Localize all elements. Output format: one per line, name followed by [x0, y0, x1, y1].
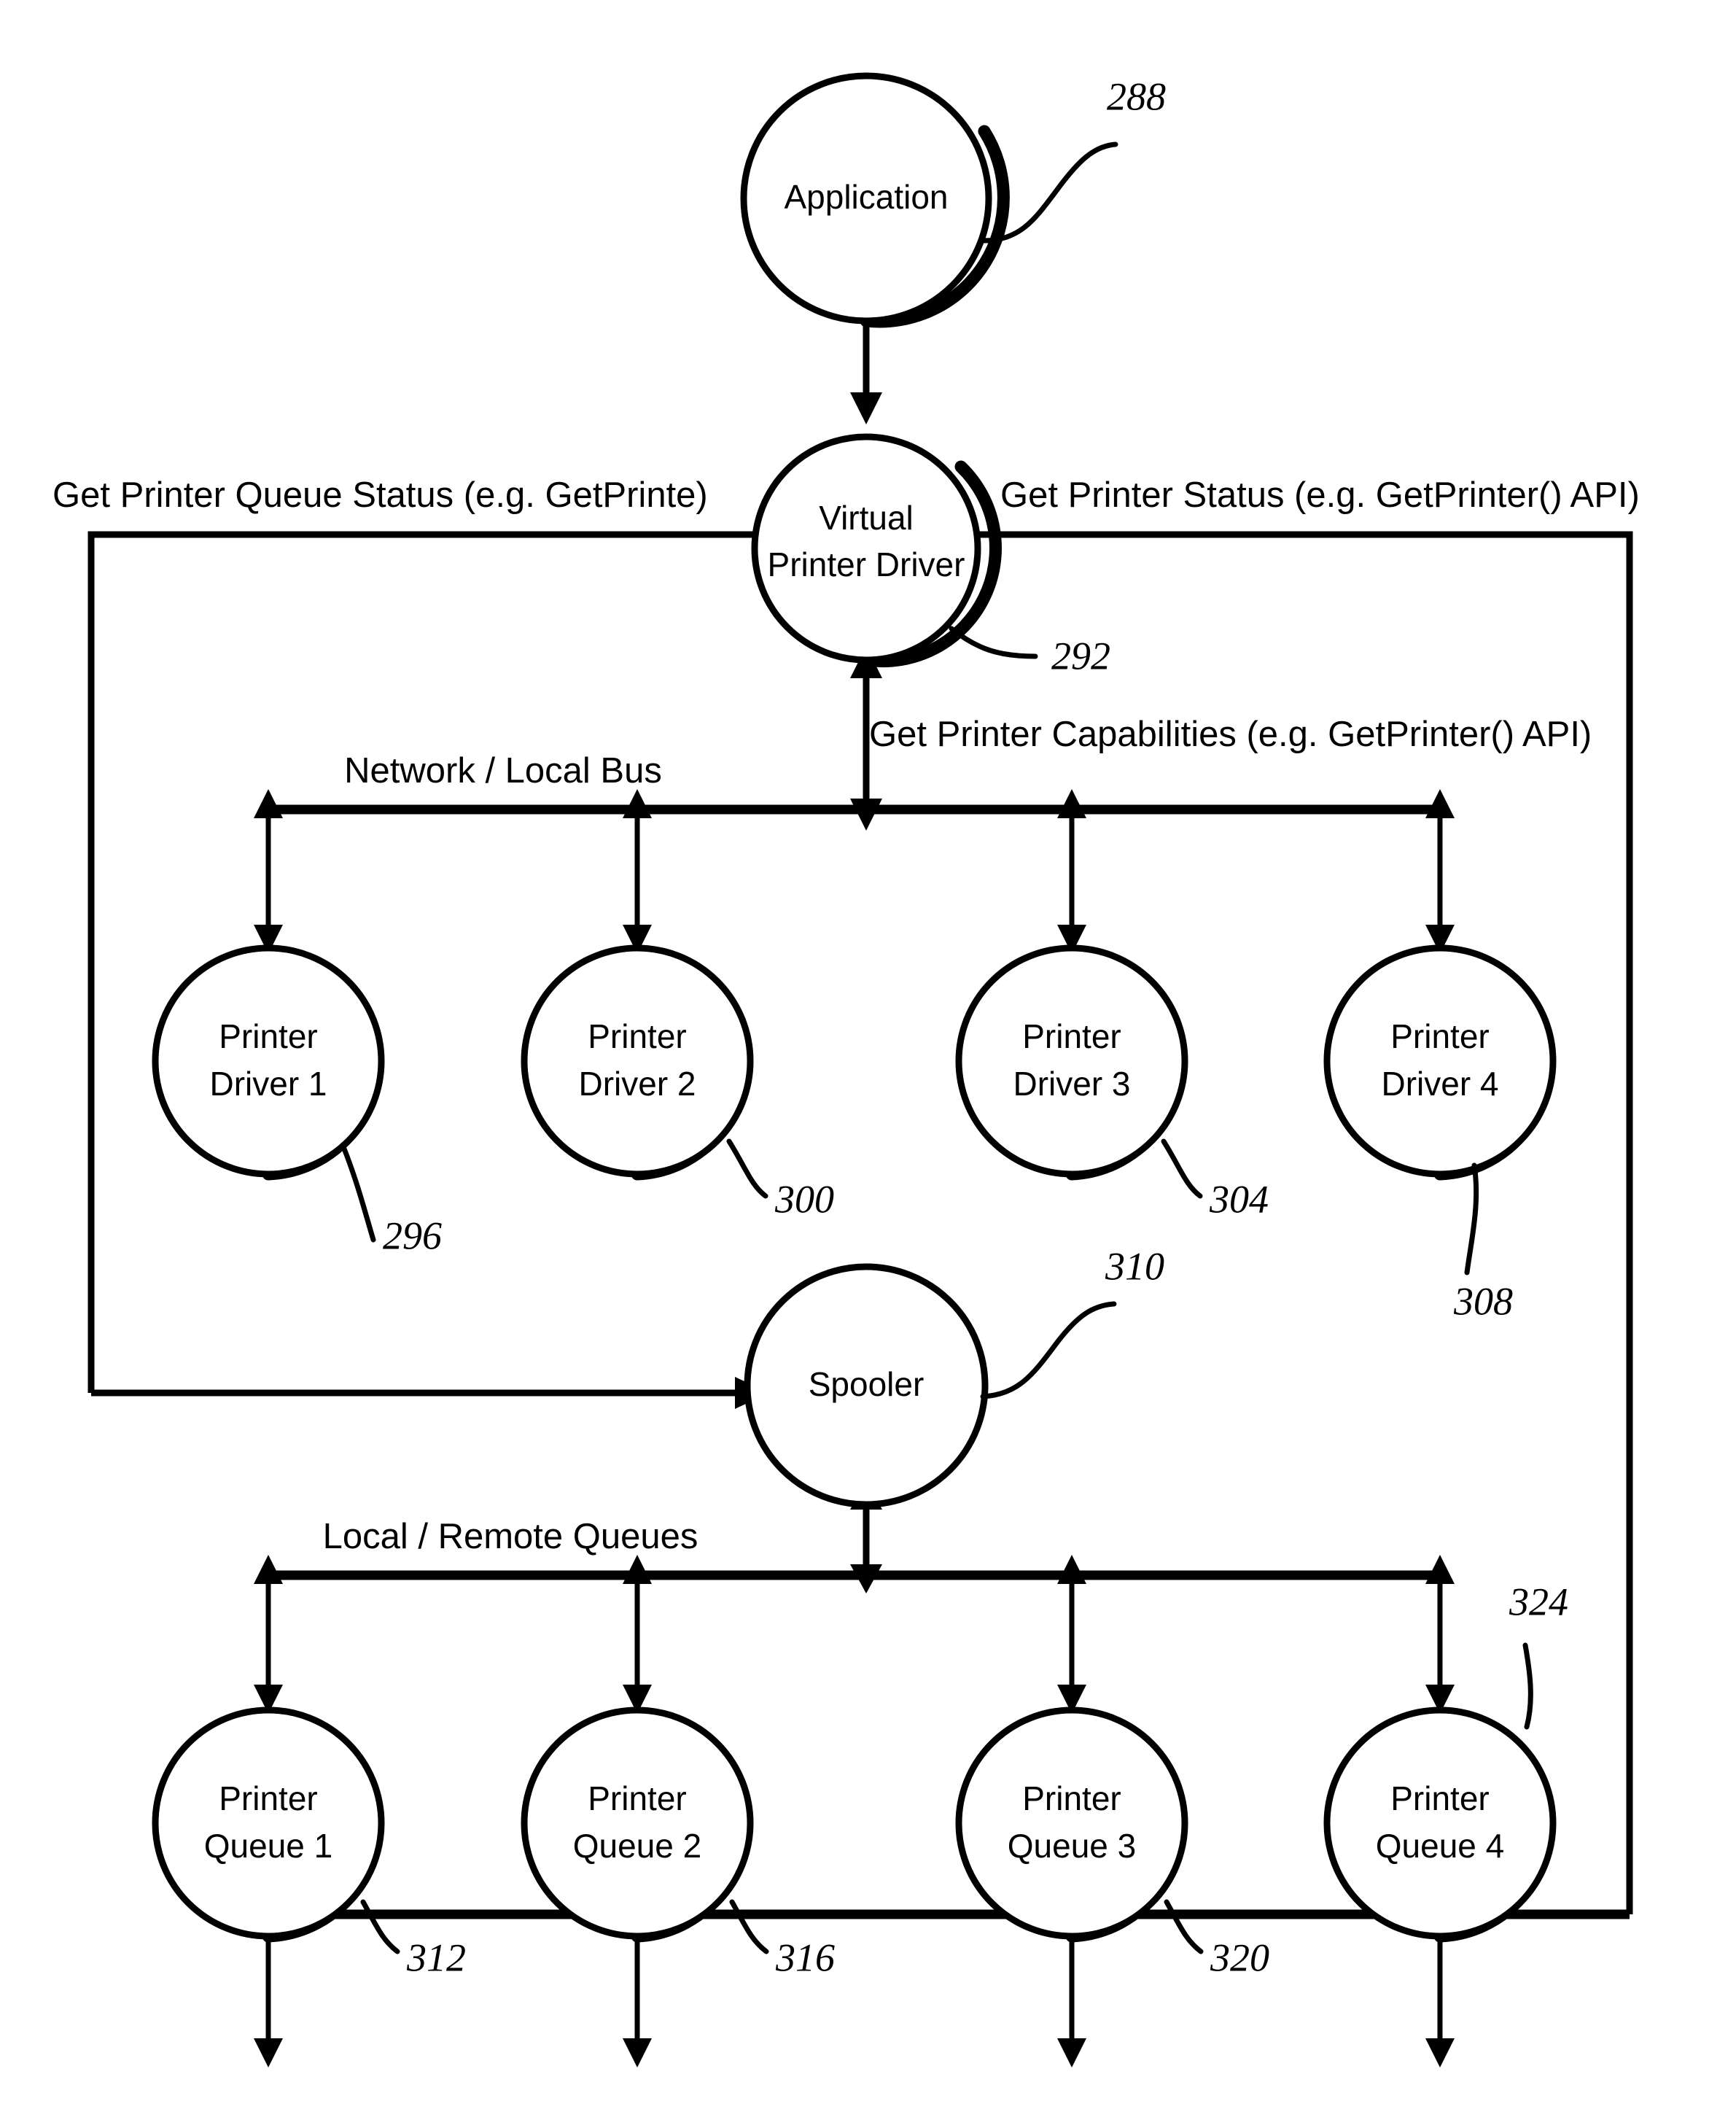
- node-printer-driver-3-label-line1: Printer: [1022, 1017, 1121, 1055]
- node-printer-driver-4[interactable]: Printer Driver 4: [1323, 944, 1557, 1181]
- edge-label-printer-status: Get Printer Status (e.g. GetPrinter() AP…: [1000, 475, 1640, 515]
- bus-stem-driver-3: [1057, 789, 1086, 954]
- node-printer-driver-2[interactable]: Printer Driver 2: [521, 944, 754, 1181]
- edge-label-queue-status: Get Printer Queue Status (e.g. GetPrinte…: [52, 475, 708, 515]
- ref-number-320: 320: [1210, 1935, 1269, 1979]
- edge-label-printer-capabilities: Get Printer Capabilities (e.g. GetPrinte…: [869, 715, 1592, 754]
- node-printer-queue-4-label-line1: Printer: [1390, 1779, 1489, 1817]
- ref-324-leader: 324: [1509, 1580, 1568, 1730]
- ref-288-leader: 288: [980, 74, 1166, 244]
- node-printer-queue-4-label-line2: Queue 4: [1376, 1827, 1504, 1865]
- ref-292-leader: 292: [949, 626, 1110, 677]
- ref-308-leader: 308: [1453, 1162, 1513, 1323]
- ref-304-leader: 304: [1161, 1138, 1269, 1221]
- node-printer-driver-4-label-line2: Driver 4: [1381, 1065, 1498, 1103]
- node-printer-queue-4[interactable]: Printer Queue 4: [1323, 1706, 1557, 1943]
- local-remote-queues-bus-wire: [254, 1555, 1455, 1714]
- node-printer-driver-2-label-line2: Driver 2: [578, 1065, 696, 1103]
- bus-stem-driver-2: [623, 789, 652, 954]
- printer-architecture-diagram: Application 288 Virtual Printer Driver 2…: [52, 72, 1640, 2067]
- ref-300-leader: 300: [726, 1138, 834, 1221]
- node-application-label: Application: [784, 178, 948, 216]
- node-printer-driver-1-label-line1: Printer: [219, 1017, 317, 1055]
- bus-label-local-remote-queues: Local / Remote Queues: [323, 1517, 698, 1556]
- node-printer-queue-1-label-line1: Printer: [219, 1779, 317, 1817]
- node-printer-driver-1[interactable]: Printer Driver 1: [152, 944, 385, 1181]
- bus-stem-queue-2: [623, 1555, 652, 1714]
- ref-number-288: 288: [1107, 74, 1166, 118]
- edge-queuestatus-to-spooler: [91, 1377, 769, 1409]
- edge-application-to-vpd: [850, 321, 882, 424]
- ref-number-310: 310: [1105, 1244, 1164, 1288]
- ref-number-304: 304: [1209, 1177, 1269, 1221]
- node-printer-driver-3-label-line2: Driver 3: [1013, 1065, 1130, 1103]
- edge-queue-status-loop: [87, 519, 796, 1393]
- node-printer-queue-1[interactable]: Printer Queue 1: [152, 1706, 385, 1943]
- ref-296-leader: 296: [340, 1142, 442, 1257]
- node-printer-queue-3-label-line1: Printer: [1022, 1779, 1121, 1817]
- node-printer-queue-2-label-line1: Printer: [588, 1779, 686, 1817]
- node-printer-queue-1-label-line2: Queue 1: [204, 1827, 332, 1865]
- bus-stem-queue-1: [254, 1555, 283, 1714]
- node-vpd-label-line1: Virtual: [819, 499, 914, 537]
- diagram-canvas: Application 288 Virtual Printer Driver 2…: [0, 0, 1736, 2128]
- node-virtual-printer-driver[interactable]: Virtual Printer Driver: [751, 433, 1002, 668]
- node-printer-queue-2-label-line2: Queue 2: [573, 1827, 701, 1865]
- ref-number-324: 324: [1509, 1580, 1568, 1623]
- network-local-bus-wire: [254, 789, 1455, 954]
- bus-stem-queue-3: [1057, 1555, 1086, 1714]
- node-printer-driver-4-label-line1: Printer: [1390, 1017, 1489, 1055]
- node-application[interactable]: Application: [740, 72, 1010, 328]
- node-printer-driver-1-label-line2: Driver 1: [209, 1065, 327, 1103]
- ref-310-leader: 310: [980, 1244, 1164, 1399]
- node-spooler-label: Spooler: [809, 1365, 925, 1403]
- ref-number-308: 308: [1453, 1279, 1513, 1323]
- node-printer-queue-3-label-line2: Queue 3: [1008, 1827, 1136, 1865]
- bus-stem-queue-4: [1425, 1555, 1455, 1714]
- ref-number-292: 292: [1051, 634, 1110, 677]
- ref-number-296: 296: [383, 1213, 442, 1257]
- node-printer-driver-3[interactable]: Printer Driver 3: [955, 944, 1188, 1181]
- bus-label-network-local-bus: Network / Local Bus: [344, 751, 662, 791]
- bus-stem-driver-4: [1425, 789, 1455, 954]
- bus-stem-driver-1: [254, 789, 283, 954]
- ref-number-300: 300: [774, 1177, 834, 1221]
- node-printer-queue-3[interactable]: Printer Queue 3: [955, 1706, 1188, 1943]
- ref-number-312: 312: [406, 1935, 466, 1979]
- ref-number-316: 316: [775, 1935, 835, 1979]
- node-printer-queue-2[interactable]: Printer Queue 2: [521, 1706, 754, 1943]
- node-spooler[interactable]: Spooler: [744, 1263, 989, 1509]
- node-printer-driver-2-label-line1: Printer: [588, 1017, 686, 1055]
- node-vpd-label-line2: Printer Driver: [768, 545, 965, 583]
